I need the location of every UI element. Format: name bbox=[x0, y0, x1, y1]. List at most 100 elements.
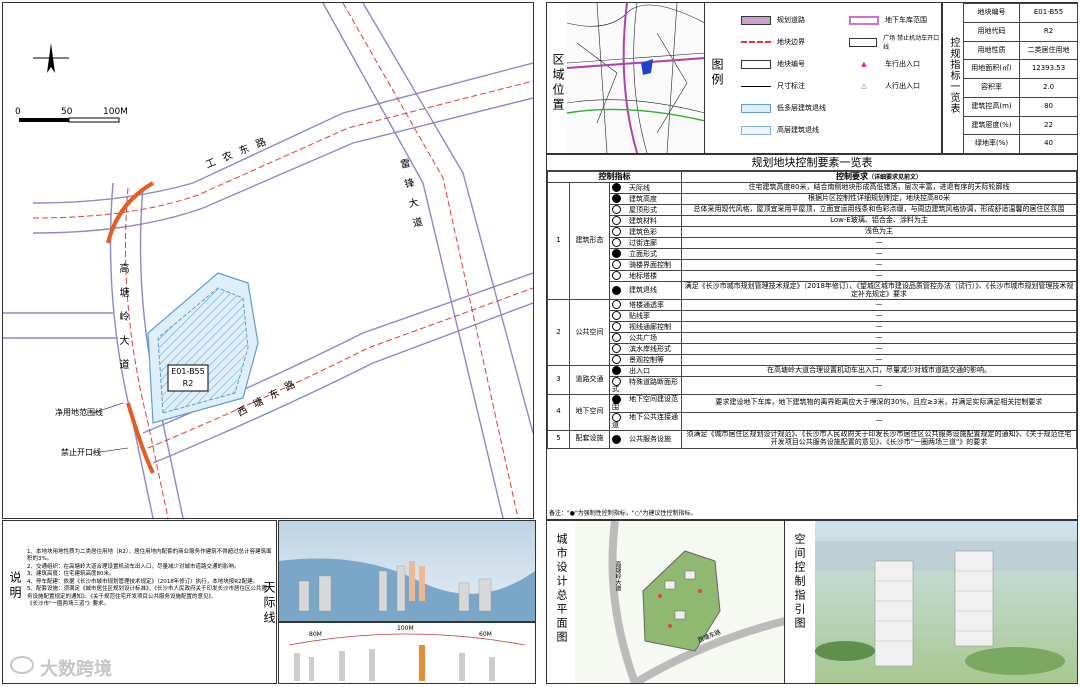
control-row: 立面形式 — bbox=[548, 248, 1077, 260]
guide-render bbox=[815, 521, 1077, 683]
item-requirement: — bbox=[681, 270, 1077, 282]
mandatory-dot-icon bbox=[612, 285, 621, 295]
location-map bbox=[567, 3, 705, 153]
advisory-dot-icon bbox=[612, 344, 621, 354]
control-row: 建筑高度 根据片区控制性详细规划制定，地块控高80米 bbox=[548, 193, 1077, 205]
item-cell: 特殊道路断面形式 bbox=[609, 376, 682, 395]
indicator-row: 建筑控高(m) 80 bbox=[962, 96, 1078, 117]
control-row: 屋顶形式 总体采用现代风格，屋顶宜采用平屋顶，立面宜运用线条和色彩点缀，与周边建筑… bbox=[548, 204, 1077, 216]
control-row: 景观控制等 — bbox=[548, 354, 1077, 366]
watermark-logo-icon bbox=[10, 656, 34, 674]
item-cell: 景观控制等 bbox=[609, 354, 682, 366]
item-cell: 建筑高度 bbox=[609, 193, 682, 205]
control-row: 骑楼界面控制 — bbox=[548, 259, 1077, 271]
high-rise-swatch bbox=[741, 125, 771, 135]
indicator-value: 22 bbox=[1019, 115, 1078, 136]
item-name: 骑楼界面控制 bbox=[629, 260, 671, 269]
item-requirement: 浅色为主 bbox=[681, 226, 1077, 238]
legend-panel: 图例 规划道路 地块边界 地块编号 尺寸标注 低多层建筑退线 高层建筑退线 地下… bbox=[704, 2, 942, 154]
item-requirement: 满足《长沙市城市规划管理技术规定》（2018年修订）、《望城区城市建设品质管控办… bbox=[681, 281, 1077, 300]
garage-swatch bbox=[849, 15, 879, 25]
item-name: 屋顶形式 bbox=[629, 205, 657, 214]
item-cell: 骑楼界面控制 bbox=[609, 259, 682, 271]
legend-item: 低多层建筑退线 bbox=[741, 97, 841, 119]
indicator-key: 用地面积(㎡) bbox=[962, 59, 1021, 79]
item-cell: 建筑色彩 bbox=[609, 226, 682, 238]
site-map bbox=[3, 2, 534, 519]
item-cell: 屋顶形式 bbox=[609, 204, 682, 216]
callout-no-open: 禁止开口线 bbox=[61, 448, 101, 457]
control-table: 1 建筑形态 天际线 住宅建筑高度80米，结合南侧地块形成高低错落，层次丰富，进退有序… bbox=[547, 182, 1077, 449]
item-requirement: Low-E玻璃、铝合金、涂料为主 bbox=[681, 215, 1077, 227]
control-footnote: 备注："●"为强制性控制指标，"○"为建议性控制指标。 bbox=[549, 510, 697, 517]
block-use-label: R2 bbox=[182, 379, 194, 388]
item-cell: 过街连廊 bbox=[609, 237, 682, 249]
code-swatch bbox=[741, 59, 771, 69]
item-requirement: 须满足《城市居住区规划设计规范》、《长沙市人民政府关于印发长沙市居住区公共服务设… bbox=[681, 429, 1077, 449]
mandatory-dot-icon bbox=[612, 183, 621, 193]
skyline-h1: 80M bbox=[309, 631, 322, 638]
item-cell: 地标塔楼 bbox=[609, 270, 682, 282]
item-name: 建筑高度 bbox=[629, 194, 657, 203]
group-name: 公共空间 bbox=[569, 299, 610, 366]
item-name: 塔楼通透率 bbox=[629, 300, 664, 309]
item-cell: 建筑退线 bbox=[609, 281, 682, 300]
indicator-row: 用地性质 二类居住用地 bbox=[962, 40, 1078, 61]
item-requirement: 住宅建筑高度80米，结合南侧地块形成高低错落，层次丰富，进退有序的天际轮廓线 bbox=[681, 182, 1077, 194]
note-line: 4、停车配建：依据《长沙市城市规划管理技术规定》（2018年修订）执行，本地块按… bbox=[27, 578, 259, 585]
control-title: 规划地块控制要素一览表 bbox=[547, 155, 1077, 171]
note-line: 《长沙市"一圈两场三道"》要求。 bbox=[27, 600, 110, 607]
indicator-value: 12393.53 bbox=[1019, 59, 1078, 79]
control-row: 2 公共空间 塔楼通透率 — bbox=[547, 299, 1077, 366]
item-name: 建筑色彩 bbox=[629, 227, 657, 236]
indicator-row: 用地代码 R2 bbox=[962, 21, 1078, 42]
item-name: 地下空间建设范围 bbox=[612, 395, 678, 412]
group-name: 地下空间 bbox=[569, 393, 610, 431]
item-requirement: — bbox=[681, 321, 1077, 333]
low-rise-swatch bbox=[741, 103, 771, 113]
ped-entry-icon: △ bbox=[861, 82, 867, 90]
item-requirement: — bbox=[681, 259, 1077, 271]
item-requirement: 根据片区控制性详细规划制定，地块控高80米 bbox=[681, 193, 1077, 205]
mandatory-dot-icon bbox=[612, 249, 621, 259]
control-row: 4 地下空间 地下空间建设范围 要求建设地下车库，地下建筑物的离界距离应大于埋深的30… bbox=[547, 393, 1077, 431]
item-requirement: — bbox=[681, 299, 1077, 311]
col-req: 控制要求（详细要求见前文） bbox=[681, 171, 1077, 183]
item-name: 公共服务设施 bbox=[629, 435, 671, 444]
group-number: 2 bbox=[547, 299, 570, 366]
notes-lines: 1、本地块用地性质为二类居住用地（R2），居住用地内配套的商业服务作建筑不得超过… bbox=[27, 549, 272, 608]
advisory-dot-icon bbox=[612, 227, 621, 237]
watermark: 大数跨境 bbox=[40, 659, 112, 680]
advisory-dot-icon bbox=[612, 311, 621, 321]
advisory-dot-icon bbox=[612, 238, 621, 248]
location-panel: 区域位置 bbox=[546, 2, 705, 154]
control-row: 建筑退线 满足《长沙市城市规划管理技术规定》（2018年修订）、《望城区城市建设品… bbox=[548, 281, 1077, 300]
item-cell: 出入口 bbox=[609, 365, 682, 377]
note-line: 5、配套设施：须满足《城市居住区规划设计标准》、《长沙市人民政府关于印发长沙市居… bbox=[27, 586, 268, 600]
item-requirement: 总体采用现代风格，屋顶宜采用平屋顶，立面宜运用线条和色彩点缀，与周边建筑风格协调… bbox=[681, 204, 1077, 216]
indicator-value: 80 bbox=[1019, 96, 1078, 117]
legend-item: △ 人行出入口 bbox=[849, 75, 941, 97]
callout-net-line: 净用地范围线 bbox=[55, 408, 103, 417]
item-name: 天际线 bbox=[629, 183, 650, 192]
group-name: 道路交通 bbox=[569, 365, 610, 395]
item-cell: 公共广场 bbox=[609, 332, 682, 344]
item-requirement: — bbox=[681, 332, 1077, 344]
skyline-section: 80M 100M 60M bbox=[278, 622, 536, 684]
indicator-key: 建筑密度(%) bbox=[962, 115, 1021, 136]
item-cell: 贴线率 bbox=[609, 310, 682, 322]
item-name: 公共广场 bbox=[629, 333, 657, 342]
control-row: 过街连廊 — bbox=[548, 237, 1077, 249]
item-requirement: — bbox=[681, 343, 1077, 355]
item-requirement: — bbox=[681, 310, 1077, 322]
control-row: 特殊道路断面形式 — bbox=[548, 376, 1077, 395]
guide-title: 空间控制指引图 bbox=[793, 533, 806, 631]
indicator-key: 用地代码 bbox=[962, 21, 1021, 42]
plan-panel: 城市设计总平面图 高塘岭大道 西塘东路 bbox=[546, 520, 785, 684]
control-row: 地标塔楼 — bbox=[548, 270, 1077, 282]
item-name: 过街连廊 bbox=[629, 238, 657, 247]
item-name: 建筑退线 bbox=[629, 286, 657, 295]
vehicle-entry-icon: ▲ bbox=[861, 60, 867, 68]
road-swatch bbox=[741, 15, 771, 25]
advisory-dot-icon bbox=[612, 205, 621, 215]
